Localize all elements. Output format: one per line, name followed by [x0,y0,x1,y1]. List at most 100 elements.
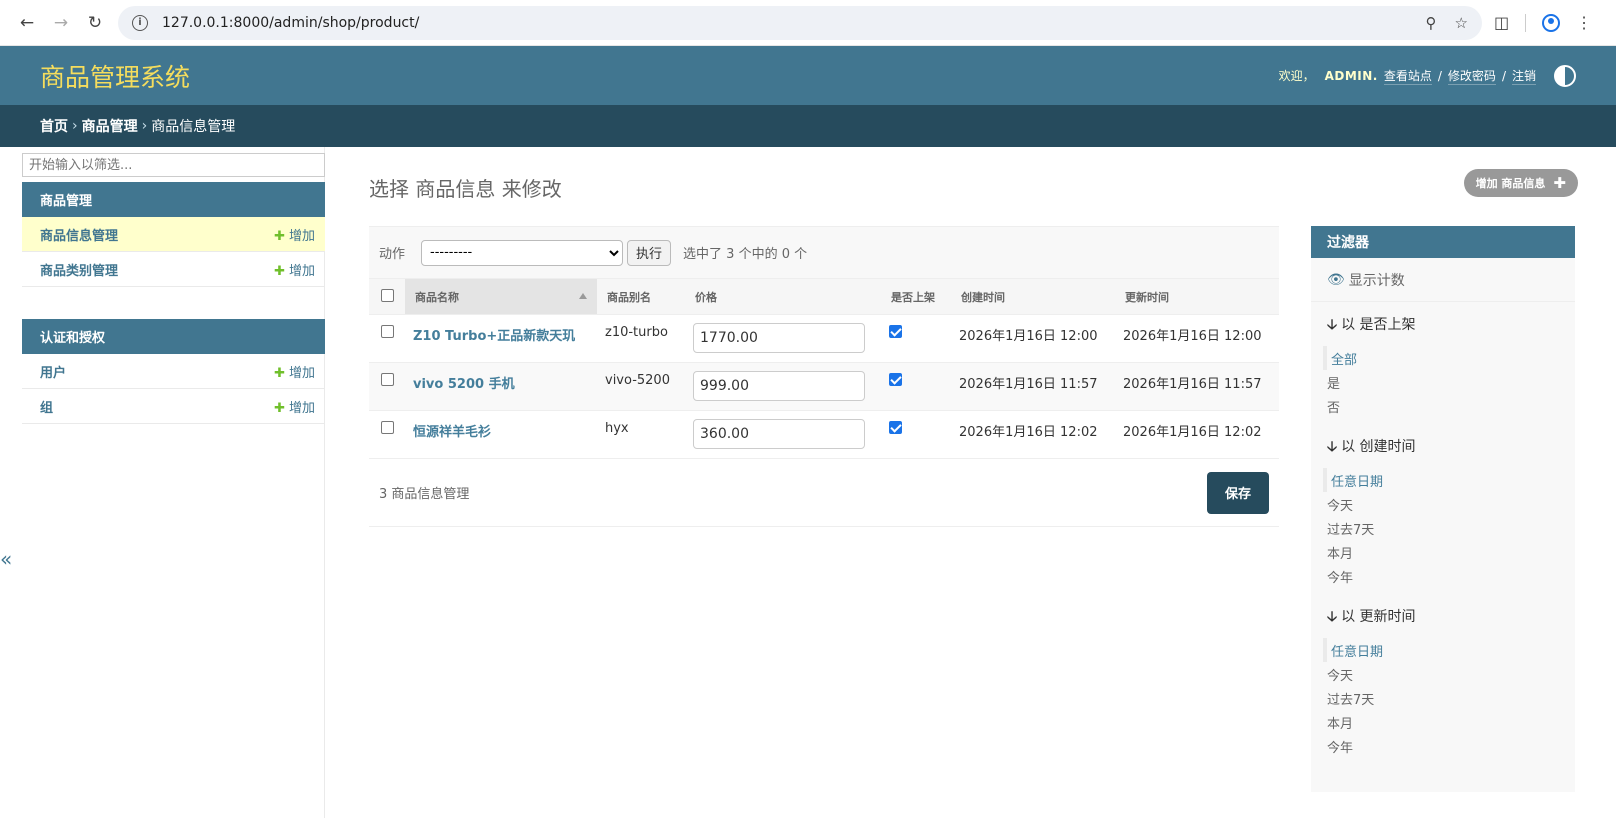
zoom-icon[interactable]: ⚲ [1426,14,1437,32]
sidebar-add-link[interactable]: ✚ 增加 [274,362,315,381]
paginator: 3 商品信息管理 保存 [369,459,1279,527]
toggle-sidebar-button[interactable]: « [0,547,18,571]
column-header-name[interactable]: 商品名称 [405,278,597,315]
product-link[interactable]: vivo 5200 手机 [413,377,515,392]
table-row: vivo 5200 手机 vivo-5200 2026年1月16日 11:57 … [369,362,1279,411]
breadcrumb-current: 商品信息管理 [151,119,236,135]
price-input[interactable] [693,419,865,449]
show-counts-label: 显示计数 [1348,272,1405,289]
row-checkbox[interactable] [381,325,394,338]
nav-filter-input[interactable] [22,153,325,177]
module-caption[interactable]: 商品管理 [22,182,325,217]
breadcrumb-app[interactable]: 商品管理 [82,116,138,136]
column-header-price[interactable]: 价格 [685,278,881,315]
filter-option[interactable]: 本月 [1323,710,1575,734]
price-input[interactable] [693,323,865,353]
product-alias-cell: hyx [605,421,629,436]
view-site-link[interactable]: 查看站点 [1383,67,1432,85]
arrow-down-icon: 🡣 [1327,609,1338,625]
row-checkbox[interactable] [381,373,394,386]
separator: / [1501,68,1506,83]
filter-option[interactable]: 否 [1323,394,1575,418]
theme-toggle-icon[interactable] [1554,64,1576,87]
add-product-button[interactable]: 增加 商品信息 ✚ [1463,169,1578,197]
column-header-updated[interactable]: 更新时间 [1115,278,1279,315]
change-password-link[interactable]: 修改密码 [1447,67,1496,85]
add-label: 增加 [288,228,315,244]
product-link[interactable]: 恒源祥羊毛衫 [413,425,491,440]
plus-icon: ✚ [274,228,285,244]
forward-icon[interactable]: → [44,6,78,40]
filter-option[interactable]: 今年 [1323,734,1575,758]
column-header-alias[interactable]: 商品别名 [597,278,685,315]
module-caption[interactable]: 认证和授权 [22,319,325,354]
filter-option[interactable]: 过去7天 [1323,686,1575,710]
column-header-created[interactable]: 创建时间 [951,278,1115,315]
menu-icon[interactable]: ⋮ [1576,13,1592,32]
profile-icon[interactable] [1542,13,1561,32]
updated-cell: 2026年1月16日 11:57 [1123,377,1262,392]
filter-section-title: 🡣 以 创建时间 [1327,439,1416,455]
sidebar-add-link[interactable]: ✚ 增加 [274,260,315,279]
sidebar-add-link[interactable]: ✚ 增加 [274,225,315,244]
product-alias-cell: z10-turbo [605,325,668,340]
action-select[interactable]: --------- [421,239,624,266]
filter-option[interactable]: 今天 [1323,662,1575,686]
row-select-cell [369,411,405,459]
changelist-results: 动作 --------- 执行 选中了 3 个中的 0 个 商品名称 商品别名 … [369,226,1279,792]
username: ADMIN. [1324,68,1378,83]
on-sale-checkbox[interactable] [889,421,902,434]
sidebar-add-link[interactable]: ✚ 增加 [274,397,315,416]
column-header-on-sale[interactable]: 是否上架 [881,278,951,315]
filter-option[interactable]: 今天 [1323,492,1575,516]
separator: / [1437,68,1442,83]
action-counter: 选中了 3 个中的 0 个 [683,247,808,262]
table-row: Z10 Turbo+正品新款天玑 z10-turbo 2026年1月16日 12… [369,315,1279,363]
row-checkbox[interactable] [381,421,394,434]
updated-cell: 2026年1月16日 12:02 [1123,425,1262,440]
back-icon[interactable]: ← [10,6,44,40]
arrow-down-icon: 🡣 [1327,439,1338,455]
breadcrumb-home[interactable]: 首页 [40,116,68,136]
arrow-down-icon: 🡣 [1327,317,1338,333]
filter-option[interactable]: 今年 [1323,564,1575,588]
on-sale-checkbox[interactable] [889,373,902,386]
sidebar-item-groups: 组 ✚ 增加 [22,389,325,424]
sidebar-item-label[interactable]: 商品信息管理 [40,225,118,244]
site-info-icon[interactable]: i [132,14,148,31]
site-branding[interactable]: 商品管理系统 [40,58,190,94]
filter-section-title: 🡣 以 是否上架 [1327,317,1416,333]
reload-icon[interactable]: ↻ [78,6,112,40]
bookmark-star-icon[interactable]: ☆ [1455,14,1468,32]
filter-option[interactable]: 任意日期 [1323,468,1575,492]
sort-ascending-icon[interactable] [579,293,587,299]
price-input[interactable] [693,371,865,401]
filter-option[interactable]: 全部 [1323,346,1575,370]
created-cell: 2026年1月16日 12:00 [959,329,1098,344]
plus-icon: ✚ [274,365,285,381]
filter-option[interactable]: 任意日期 [1323,638,1575,662]
filter-option[interactable]: 过去7天 [1323,516,1575,540]
on-sale-cell [881,315,951,363]
sidebar-item-label[interactable]: 商品类别管理 [40,260,118,279]
sidebar-item-label[interactable]: 用户 [40,362,66,381]
on-sale-checkbox[interactable] [889,325,902,338]
save-button[interactable]: 保存 [1207,471,1269,514]
product-name-cell: Z10 Turbo+正品新款天玑 [405,315,597,363]
extensions-icon[interactable]: ◫ [1494,13,1509,32]
filter-option[interactable]: 本月 [1323,540,1575,564]
select-all-header [369,278,405,315]
filter-section-created: 🡣 以 创建时间 任意日期 今天 过去7天 本月 今年 [1311,424,1575,588]
created-cell: 2026年1月16日 11:57 [959,377,1098,392]
execute-button[interactable]: 执行 [627,239,672,266]
show-counts-link[interactable]: 👁 显示计数 [1311,258,1575,302]
browser-toolbar: ← → ↻ i 127.0.0.1:8000/admin/shop/produc… [0,0,1616,46]
address-bar[interactable]: i 127.0.0.1:8000/admin/shop/product/ ⚲ ☆ [118,5,1482,40]
action-label: 动作 [379,247,406,262]
url-text: 127.0.0.1:8000/admin/shop/product/ [162,14,420,31]
filter-option[interactable]: 是 [1323,370,1575,394]
sidebar-item-label[interactable]: 组 [40,397,53,416]
product-link[interactable]: Z10 Turbo+正品新款天玑 [413,329,575,344]
logout-link[interactable]: 注销 [1511,67,1536,85]
select-all-checkbox[interactable] [381,288,394,302]
